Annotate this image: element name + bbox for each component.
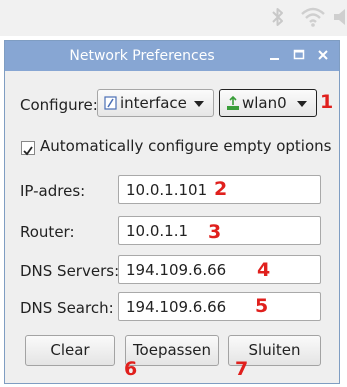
network-device-icon <box>226 95 240 111</box>
configure-type-dropdown[interactable]: interface <box>97 89 214 117</box>
auto-configure-label[interactable]: Automatically configure empty options <box>40 137 331 155</box>
annotation-marker-1: 1 <box>320 91 334 113</box>
close-icon[interactable] <box>315 47 331 63</box>
clear-button[interactable]: Clear <box>25 335 115 366</box>
interface-icon <box>104 95 118 111</box>
auto-configure-checkbox[interactable] <box>21 141 35 156</box>
annotation-marker-6: 6 <box>124 358 138 380</box>
device-dropdown[interactable]: wlan0 <box>219 89 317 117</box>
checkmark-icon <box>23 146 33 156</box>
dns-search-input[interactable]: 194.109.6.66 <box>118 292 321 321</box>
annotation-marker-7: 7 <box>235 358 249 380</box>
dns-servers-label: DNS Servers: <box>20 262 120 280</box>
ip-label: IP-adres: <box>20 182 86 200</box>
dns-servers-input[interactable]: 194.109.6.66 <box>118 255 321 284</box>
annotation-marker-4: 4 <box>257 259 271 281</box>
configure-type-value: interface <box>120 94 187 112</box>
device-value: wlan0 <box>242 94 287 112</box>
chevron-down-icon <box>297 101 307 107</box>
chevron-down-icon <box>194 101 204 107</box>
dns-search-label: DNS Search: <box>20 299 114 317</box>
maximize-icon[interactable] <box>291 47 307 63</box>
configure-label: Configure: <box>20 96 98 114</box>
volume-icon[interactable] <box>334 6 347 28</box>
title-bar[interactable]: Network Preferences <box>5 41 339 71</box>
minimize-icon[interactable] <box>267 47 283 63</box>
annotation-marker-2: 2 <box>214 178 228 200</box>
annotation-marker-5: 5 <box>255 295 269 317</box>
window-title: Network Preferences <box>69 48 215 64</box>
network-preferences-dialog: Network Preferences Configure: interface… <box>4 40 340 384</box>
taskbar <box>0 0 347 36</box>
router-label: Router: <box>20 223 75 241</box>
apply-button[interactable]: Toepassen <box>125 335 219 366</box>
annotation-marker-3: 3 <box>208 221 222 243</box>
bluetooth-icon[interactable] <box>270 6 286 28</box>
wifi-icon[interactable] <box>300 6 326 28</box>
